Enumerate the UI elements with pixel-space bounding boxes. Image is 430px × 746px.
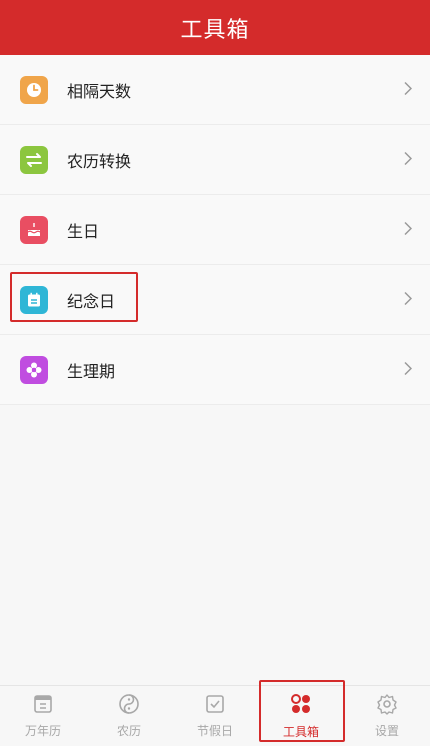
chevron-right-icon — [404, 290, 413, 309]
highlight-box-toolbox-tab — [259, 680, 345, 742]
tab-lunar[interactable]: 农历 — [86, 686, 172, 746]
tool-item-label: 生理期 — [67, 361, 116, 381]
tab-label: 万年历 — [24, 724, 61, 738]
highlight-box-anniversary — [10, 272, 138, 322]
bottom-tab-bar: 万年历 农历 节假日 工具箱 设置 — [0, 685, 430, 746]
page-title: 工具箱 — [180, 17, 250, 43]
tool-item-label: 生日 — [67, 221, 100, 241]
checklist-icon — [204, 693, 226, 719]
swap-arrows-icon — [20, 145, 48, 174]
tool-item-menstrual-cycle[interactable]: 生理期 — [0, 335, 430, 405]
tab-holidays[interactable]: 节假日 — [172, 686, 258, 746]
tool-item-label: 农历转换 — [67, 151, 132, 171]
clock-icon — [20, 75, 48, 104]
tool-item-days-between[interactable]: 相隔天数 — [0, 55, 430, 125]
top-bar: 工具箱 — [0, 0, 430, 55]
tool-item-label: 相隔天数 — [67, 81, 132, 101]
tab-label: 农历 — [116, 724, 141, 738]
tab-settings[interactable]: 设置 — [344, 686, 430, 746]
tool-item-lunar-conversion[interactable]: 农历转换 — [0, 125, 430, 195]
chevron-right-icon — [404, 150, 413, 169]
chevron-right-icon — [404, 220, 413, 239]
gear-icon — [376, 693, 398, 719]
tab-calendar[interactable]: 万年历 — [0, 686, 86, 746]
yin-yang-icon — [118, 693, 140, 719]
cake-icon — [20, 215, 48, 244]
tool-list: 相隔天数 农历转换 生日 纪念日 生理期 — [0, 55, 430, 405]
tool-item-birthday[interactable]: 生日 — [0, 195, 430, 265]
calendar-icon — [32, 693, 54, 719]
tab-label: 节假日 — [196, 724, 233, 738]
chevron-right-icon — [404, 80, 413, 99]
flower-icon — [20, 355, 48, 384]
chevron-right-icon — [404, 360, 413, 379]
tab-label: 设置 — [374, 724, 399, 738]
